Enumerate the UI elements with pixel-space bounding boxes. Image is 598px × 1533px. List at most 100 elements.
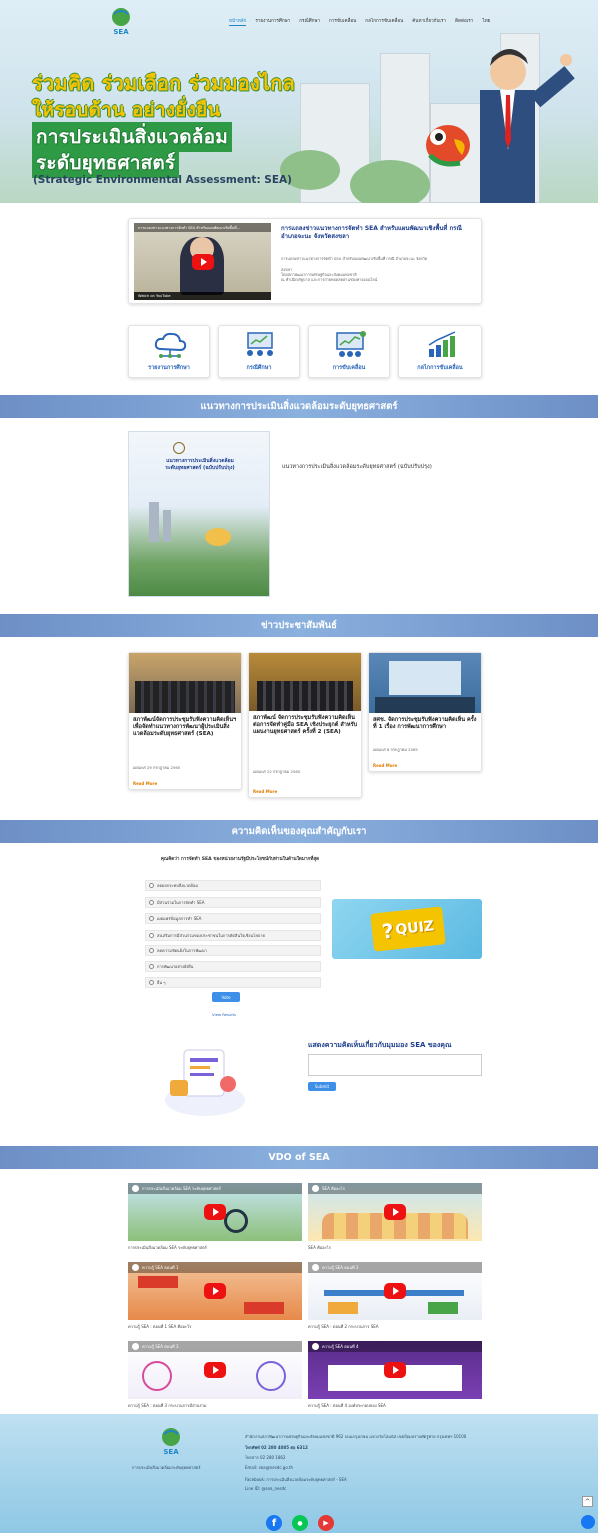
video-thumbnail[interactable]: ความรู้ SEA ตอนที่ 3 (128, 1341, 302, 1399)
section-header-opinion: ความคิดเห็นของคุณสำคัญกับเรา (0, 820, 598, 843)
category-label: กรณีศึกษา (246, 365, 272, 371)
poll-option[interactable]: มีส่วนร่วมในการจัดทำ SEA (145, 897, 321, 908)
circle-graphic (256, 1361, 286, 1391)
messenger-chat-icon[interactable] (581, 1515, 595, 1529)
submit-comment-button[interactable]: Submit (308, 1082, 336, 1091)
cloud-network-icon (154, 332, 187, 358)
read-more-link[interactable]: Read More (373, 763, 397, 768)
play-button-icon[interactable] (204, 1204, 226, 1220)
vote-button[interactable]: Vote (212, 992, 240, 1002)
radio-button[interactable] (149, 916, 154, 921)
poll-option[interactable]: ส่งเสริมการมีส่วนร่วมของประชาชนในการตัดส… (145, 930, 321, 941)
category-mechanism[interactable]: กลไกการขับเคลื่อน (398, 325, 482, 378)
featured-title[interactable]: การแถลงข่าวแนวทางการจัดทำ SEA สำหรับแผนพ… (281, 225, 477, 240)
read-more-link[interactable]: Read More (133, 781, 157, 786)
section-header-news: ข่าวประชาสัมพันธ์ (0, 614, 598, 637)
presentation-icon (247, 332, 273, 356)
magnifier-icon (224, 1209, 248, 1233)
play-button-icon[interactable] (191, 253, 214, 270)
video-thumbnail[interactable]: ความรู้ SEA ตอนที่ 4 (308, 1341, 482, 1399)
nav-contact[interactable]: ติดต่อเรา (455, 18, 473, 26)
news-card[interactable]: สภาพัฒน์ จัดการประชุมรับฟังความคิดเห็นต่… (248, 652, 362, 798)
guideline-book-cover[interactable]: แนวทางการประเมินสิ่งแวดล้อม ระดับยุทธศาสต… (128, 431, 270, 597)
channel-avatar-icon (312, 1343, 319, 1350)
poll-option[interactable]: ลดความขัดแย้งในการพัฒนา (145, 945, 321, 956)
process-box (328, 1302, 358, 1314)
radio-button[interactable] (149, 948, 154, 953)
poll-option[interactable]: เผยแพร่ข้อมูลการทำ SEA (145, 913, 321, 924)
footer-email[interactable]: Email: sea@nesdc.go.th (245, 1465, 293, 1470)
featured-body-1: การแถลงข่าวแนวทางการจัดทำ SEA สำหรับแผนพ… (281, 256, 428, 261)
line-icon[interactable]: ● (292, 1515, 308, 1531)
featured-video-player[interactable]: การแถลงข่าวแนวทางการจัดทำ SEA สำหรับแผนพ… (134, 223, 271, 300)
news-date: เผยแพร่ 29 กรกฎาคม 2565 (133, 765, 181, 770)
svg-text:SEA: SEA (113, 28, 129, 36)
youtube-icon[interactable]: ▶ (318, 1515, 334, 1531)
view-results-link[interactable]: View Results (212, 1012, 236, 1017)
footer-logo[interactable]: SEA (158, 1426, 184, 1456)
video-thumbnail[interactable]: การประเมินสิ่งแวดล้อม SEA ระดับยุทธศาสตร… (128, 1183, 302, 1241)
play-button-icon[interactable] (384, 1362, 406, 1378)
read-more-link[interactable]: Read More (253, 789, 277, 794)
category-reports[interactable]: รายงานการศึกษา (128, 325, 210, 378)
facebook-icon[interactable]: f (266, 1515, 282, 1531)
radio-button[interactable] (149, 980, 154, 985)
tower-graphic (163, 510, 171, 542)
comment-heading: แสดงความคิดเห็นเกี่ยวกับมุมมอง SEA ของคุ… (308, 1041, 452, 1049)
featured-body-4: ณ ทำเนียบรัฐบาล และการถ่ายทอดสดผ่านช่องท… (281, 277, 378, 282)
play-button-icon[interactable] (204, 1283, 226, 1299)
comment-illustration (160, 1040, 250, 1120)
tower-graphic (149, 502, 159, 542)
section-header-guideline: แนวทางการประเมินสิ่งแวดล้อมระดับยุทธศาสต… (0, 395, 598, 418)
main-nav: หน้าหลัก รายงานการศึกษา กรณีศึกษา การขับ… (229, 18, 490, 26)
nav-reports[interactable]: รายงานการศึกษา (255, 18, 290, 26)
businessman-illustration (470, 40, 580, 203)
category-drive[interactable]: การขับเคลื่อน (308, 325, 390, 378)
news-card[interactable]: สภาพัฒน์จัดการประชุมรับฟังความคิดเห็นฯ เ… (128, 652, 242, 790)
video-title-bar: ความรู้ SEA ตอนที่ 2 (308, 1262, 482, 1273)
news-title[interactable]: สภาพัฒน์จัดการประชุมรับฟังความคิดเห็นฯ เ… (133, 717, 239, 738)
poll-option[interactable]: อื่น ๆ (145, 977, 321, 988)
video-thumbnail[interactable]: ความรู้ SEA ตอนที่ 1 (128, 1262, 302, 1320)
video-thumbnail[interactable]: SEA คืออะไร (308, 1183, 482, 1241)
category-case-studies[interactable]: กรณีศึกษา (218, 325, 300, 378)
nav-drive[interactable]: การขับเคลื่อน (329, 18, 356, 26)
guideline-book-title[interactable]: แนวทางการประเมินสิ่งแวดล้อมระดับยุทธศาสต… (282, 463, 432, 471)
scroll-to-top-button[interactable]: ^ (582, 1496, 593, 1507)
poll-option[interactable]: ลดผลกระทบสิ่งแวดล้อม (145, 880, 321, 891)
nav-home[interactable]: หน้าหลัก (229, 18, 247, 26)
channel-avatar-icon (312, 1185, 319, 1192)
news-title[interactable]: สศช. จัดการประชุมรับฟังความคิดเห็น ครั้ง… (373, 717, 479, 731)
monitor-team-icon (336, 331, 366, 357)
channel-avatar-icon (312, 1264, 319, 1271)
news-card[interactable]: สศช. จัดการประชุมรับฟังความคิดเห็น ครั้ง… (368, 652, 482, 772)
video-title-bar: ความรู้ SEA ตอนที่ 3 (128, 1341, 302, 1352)
nav-case-studies[interactable]: กรณีศึกษา (299, 18, 320, 26)
channel-avatar-icon (132, 1185, 139, 1192)
quiz-badge: ? QUIZ (370, 906, 446, 952)
youtube-watch-bar[interactable]: Watch on YouTube (134, 292, 271, 300)
agency-seal-icon (173, 442, 185, 454)
video-title-bar: การแถลงข่าวแนวทางการจัดทำ SEA สำหรับแผนพ… (134, 223, 271, 232)
video-thumbnail[interactable]: ความรู้ SEA ตอนที่ 2 (308, 1262, 482, 1320)
news-image (129, 653, 241, 713)
news-title[interactable]: สภาพัฒน์ จัดการประชุมรับฟังความคิดเห็นต่… (253, 715, 359, 736)
radio-button[interactable] (149, 964, 154, 969)
comment-textarea[interactable] (308, 1054, 482, 1076)
footer-org-name: การประเมินสิ่งแวดล้อมระดับยุทธศาสตร์ (132, 1465, 201, 1470)
play-button-icon[interactable] (204, 1362, 226, 1378)
footer-line[interactable]: Line ID: @sea_nesdc (245, 1486, 286, 1491)
nav-mechanism[interactable]: กลไกการขับเคลื่อน (365, 18, 403, 26)
video-caption: ความรู้ SEA : ตอนที่ 3 กระบวนการมีส่วนร่… (128, 1403, 207, 1408)
poll-option[interactable]: การพัฒนาอย่างยั่งยืน (145, 961, 321, 972)
quiz-banner[interactable]: ? QUIZ (332, 899, 482, 959)
language-selector[interactable]: ไทย (482, 18, 490, 26)
footer-facebook[interactable]: Facebook: การประเมินสิ่งแวดล้อมระดับยุทธ… (245, 1476, 347, 1483)
radio-button[interactable] (149, 900, 154, 905)
play-button-icon[interactable] (384, 1283, 406, 1299)
radio-button[interactable] (149, 883, 154, 888)
play-button-icon[interactable] (384, 1204, 406, 1220)
nav-about[interactable]: ค้นหาเกี่ยวกับเรา (412, 18, 446, 26)
site-logo[interactable]: SEA (108, 6, 134, 36)
radio-button[interactable] (149, 933, 154, 938)
